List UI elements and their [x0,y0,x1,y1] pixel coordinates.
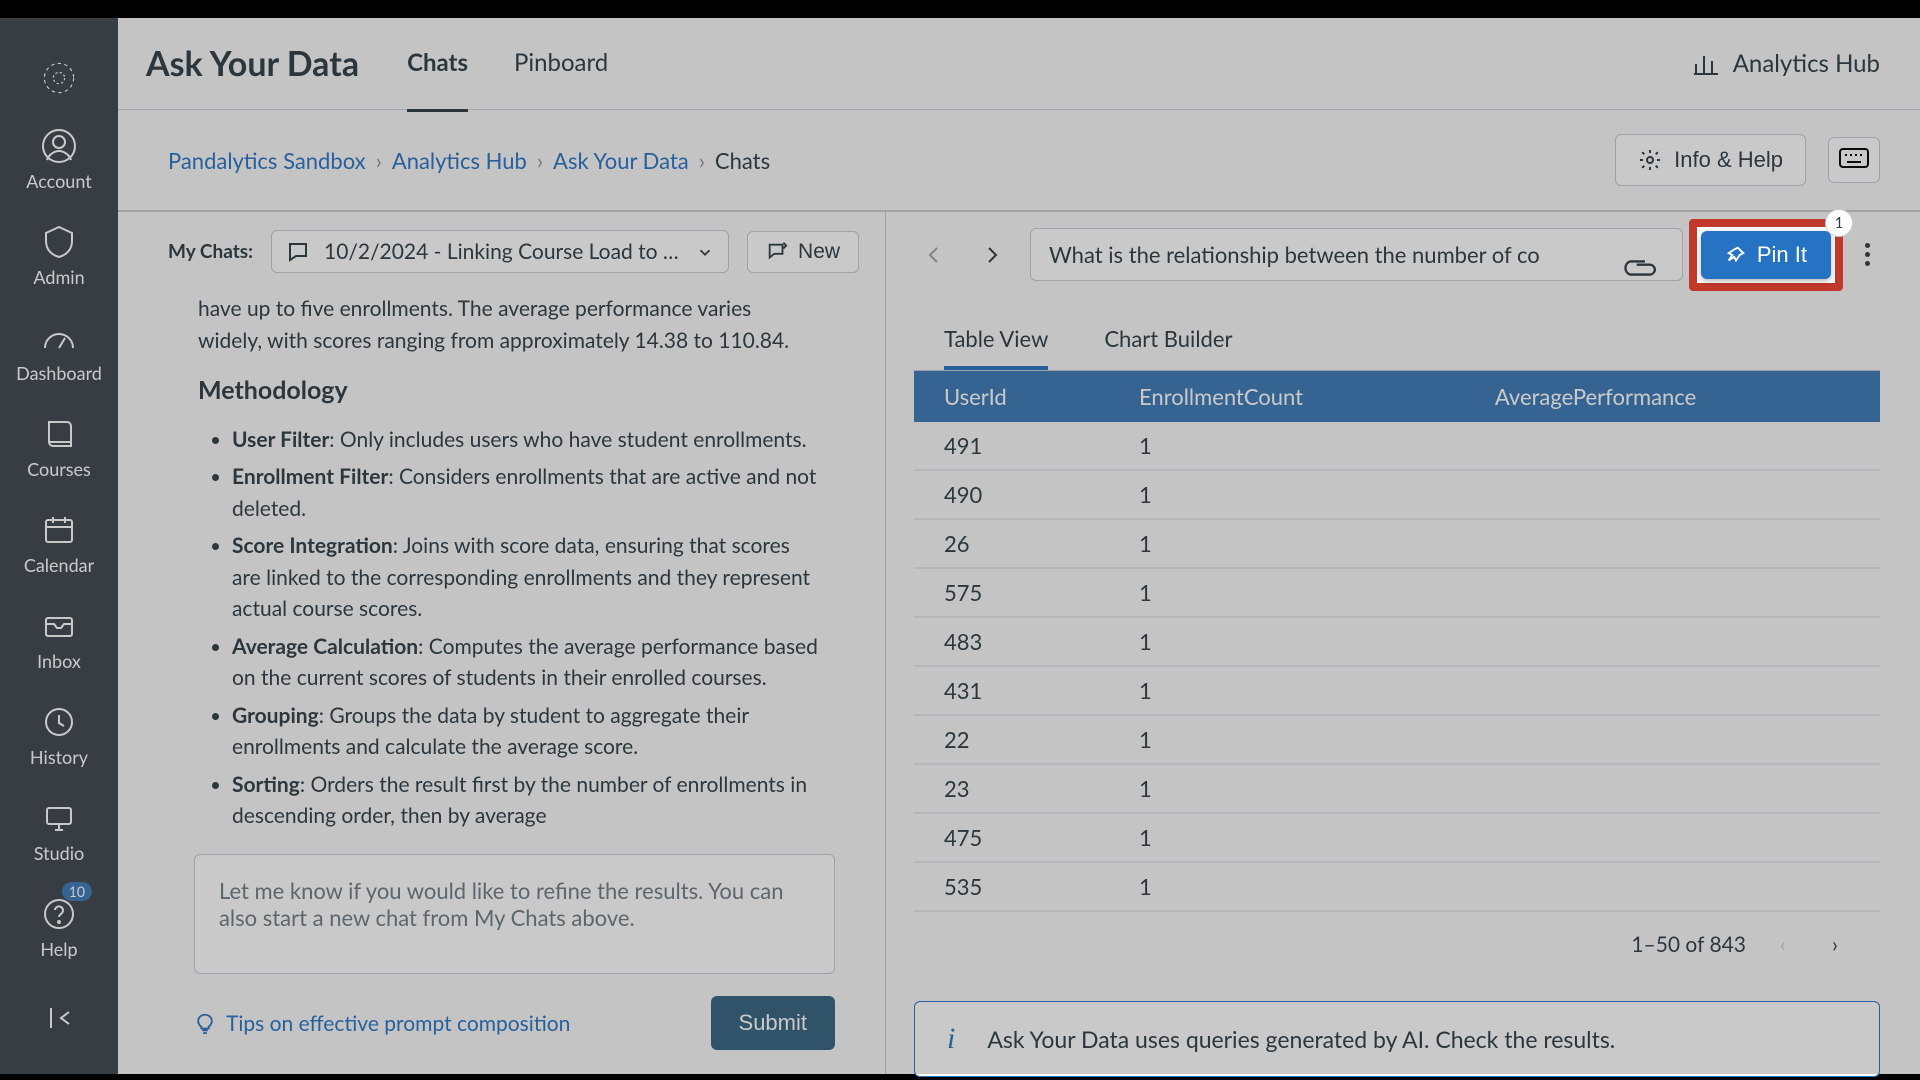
info-icon: i [947,1022,955,1056]
pager: 1–50 of 843 ‹ › [914,912,1880,977]
analytics-hub-link[interactable]: Analytics Hub [1691,49,1880,79]
nav-help[interactable]: 10 Help [0,886,118,970]
nav-studio[interactable]: Studio [0,790,118,874]
nav-dashboard[interactable]: Dashboard [0,310,118,394]
nav-label: Calendar [24,554,94,576]
nav-label: Account [26,170,91,192]
nav-admin[interactable]: Admin [0,214,118,298]
mychats-label: My Chats: [168,240,253,263]
crumb-current: Chats [715,147,770,174]
nav-label: Help [40,938,77,960]
next-result[interactable] [972,235,1012,275]
table-row[interactable]: 4751 [914,813,1880,862]
info-help-button[interactable]: Info & Help [1615,134,1806,186]
chat-selector[interactable]: 10/2/2024 - Linking Course Load to Stud [271,230,729,273]
nav-label: Inbox [37,650,81,672]
crumb-link[interactable]: Ask Your Data [553,147,689,174]
main: Ask Your Data Chats Pinboard Analytics H… [118,18,1920,1074]
col-header[interactable]: EnrollmentCount [1109,371,1465,422]
pin-it-button[interactable]: Pin It [1701,231,1831,279]
methodology-item: Enrollment Filter: Considers enrollments… [232,461,819,524]
nav-account[interactable]: Account [0,118,118,202]
ai-disclaimer: i Ask Your Data uses queries generated b… [914,1001,1880,1077]
tips-link[interactable]: Tips on effective prompt composition [194,1011,570,1036]
submit-button[interactable]: Submit [711,996,835,1050]
header: Ask Your Data Chats Pinboard Analytics H… [118,18,1920,110]
table-row[interactable]: 5351 [914,862,1880,911]
chevron-right-icon [980,243,1004,267]
global-nav: Account Admin Dashboard Courses Calendar… [0,18,118,1074]
methodology-item: Average Calculation: Computes the averag… [232,631,819,694]
pager-prev[interactable]: ‹ [1768,932,1798,957]
tab-pinboard[interactable]: Pinboard [514,16,608,112]
keyboard-icon [1839,148,1869,168]
methodology-item: Grouping: Groups the data by student to … [232,700,819,763]
page-title: Ask Your Data [146,43,359,84]
nav-courses[interactable]: Courses [0,406,118,490]
more-options[interactable] [1855,233,1880,276]
tab-chats[interactable]: Chats [407,16,468,112]
methodology-heading: Methodology [198,372,819,410]
results-panel: What is the relationship between the num… [886,212,1920,1074]
help-badge: 10 [62,882,92,901]
tab-chart-builder[interactable]: Chart Builder [1104,311,1232,370]
gear-icon [1638,148,1662,172]
new-chat-button[interactable]: New [747,231,859,273]
pin-count-badge: 1 [1825,209,1853,237]
chevron-left-icon [922,243,946,267]
table-row[interactable]: 221 [914,715,1880,764]
chat-icon [286,240,310,264]
chat-panel: My Chats: 10/2/2024 - Linking Course Loa… [118,212,886,1074]
nav-calendar[interactable]: Calendar [0,502,118,586]
lightbulb-icon [194,1012,216,1034]
prompt-input[interactable]: Let me know if you would like to refine … [194,854,835,974]
table-row[interactable]: 4901 [914,470,1880,519]
chat-response: have up to five enrollments. The average… [168,293,861,836]
table-row[interactable]: 5751 [914,568,1880,617]
col-header[interactable]: AveragePerformance [1465,371,1880,422]
nav-history[interactable]: History [0,694,118,778]
nav-label: Admin [33,266,84,288]
pager-label: 1–50 of 843 [1631,932,1746,957]
crumb-link[interactable]: Analytics Hub [392,147,527,174]
results-table: UserIdEnrollmentCountAveragePerformance … [914,371,1880,912]
query-input[interactable]: What is the relationship between the num… [1030,228,1683,281]
nav-label: History [30,746,88,768]
table-row[interactable]: 261 [914,519,1880,568]
nav-inbox[interactable]: Inbox [0,598,118,682]
nav-label: Courses [27,458,91,480]
chevron-down-icon [696,243,714,261]
nav-label: Studio [34,842,84,864]
breadcrumb-row: Pandalytics Sandbox› Analytics Hub› Ask … [118,110,1920,212]
nav-collapse[interactable] [0,990,118,1046]
pin-icon [1725,244,1747,266]
breadcrumb: Pandalytics Sandbox› Analytics Hub› Ask … [168,147,770,174]
methodology-item: Score Integration: Joins with score data… [232,530,819,625]
prev-result[interactable] [914,235,954,275]
methodology-item: User Filter: Only includes users who hav… [232,424,819,456]
table-row[interactable]: 231 [914,764,1880,813]
table-row[interactable]: 4911 [914,422,1880,470]
new-chat-icon [766,241,788,263]
logo[interactable] [0,50,118,106]
methodology-item: Sorting: Orders the result first by the … [232,769,819,832]
view-tabs: Table View Chart Builder [914,311,1880,371]
col-header[interactable]: UserId [914,371,1109,422]
keyboard-button[interactable] [1828,137,1880,183]
nav-label: Dashboard [16,362,102,384]
bar-chart-icon [1691,49,1721,79]
table-row[interactable]: 4311 [914,666,1880,715]
pager-next[interactable]: › [1820,932,1850,957]
header-tabs: Chats Pinboard [407,16,608,112]
crumb-link[interactable]: Pandalytics Sandbox [168,147,366,174]
pin-it-wrapper: Pin It 1 [1701,231,1831,279]
table-row[interactable]: 4831 [914,617,1880,666]
tab-table-view[interactable]: Table View [944,311,1048,370]
